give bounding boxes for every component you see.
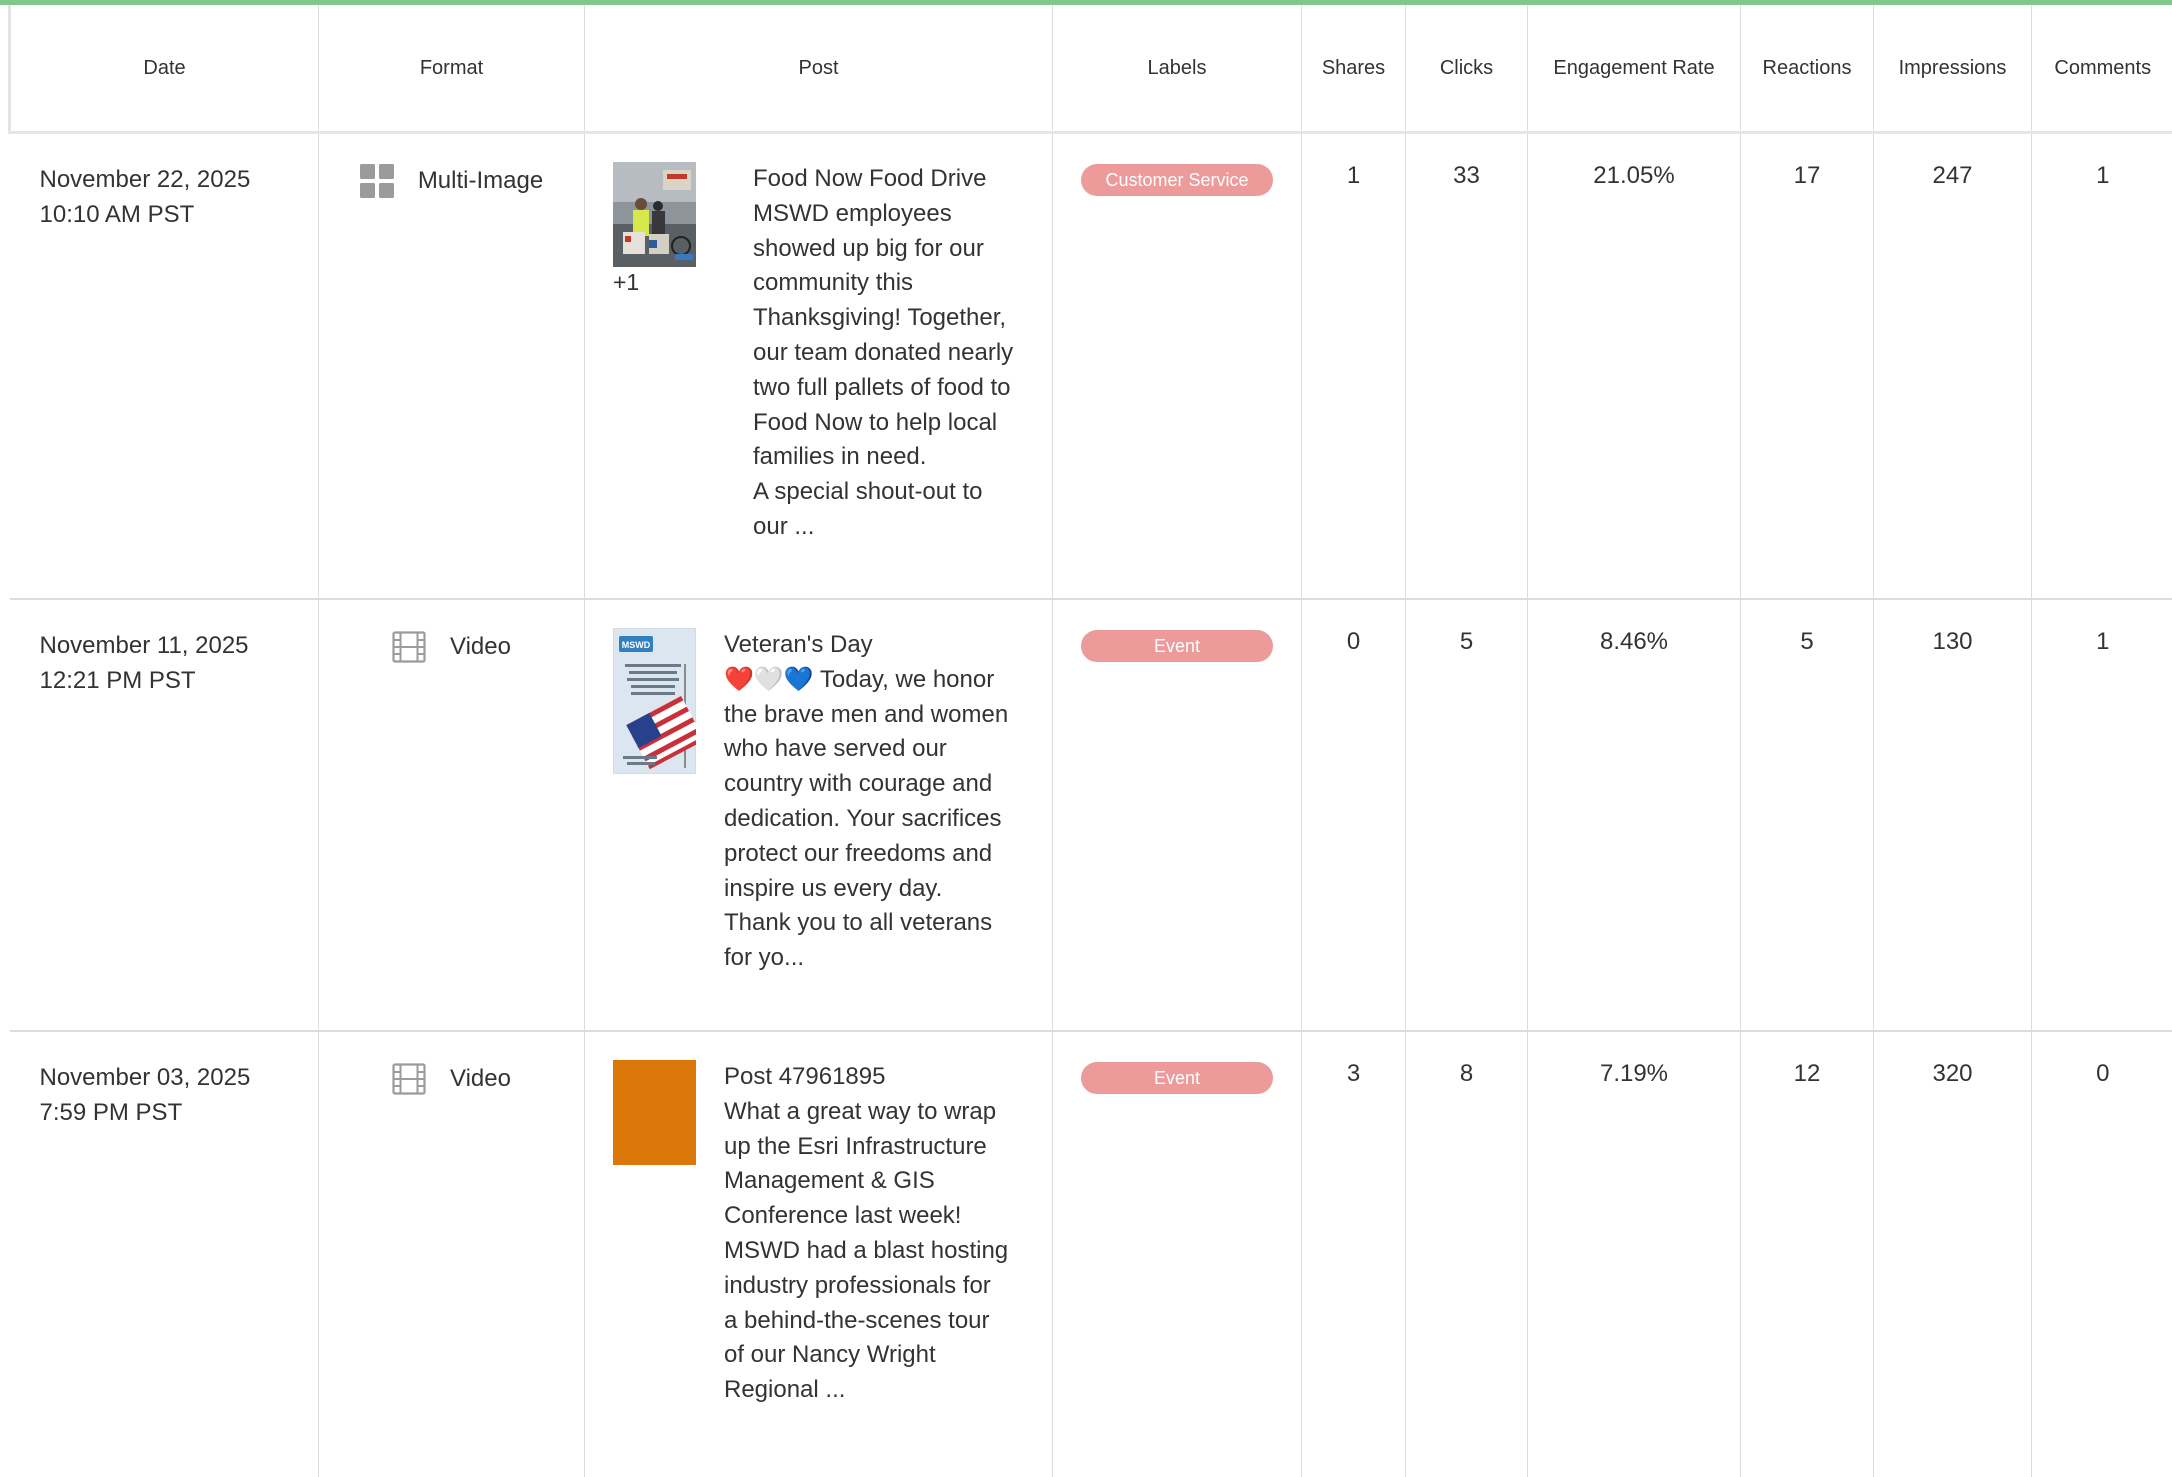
shares-value: 1 (1302, 133, 1406, 600)
reactions-value: 12 (1741, 1031, 1874, 1477)
post-time: 12:21 PM PST (40, 663, 319, 698)
film-icon (392, 630, 426, 664)
col-header-shares[interactable]: Shares (1302, 5, 1406, 133)
labels-cell: Customer Service (1053, 133, 1302, 600)
comments-value: 0 (2032, 1031, 2172, 1477)
post-date: November 03, 2025 (40, 1060, 319, 1095)
date-cell: November 11, 2025 12:21 PM PST (10, 599, 319, 1031)
col-header-reactions[interactable]: Reactions (1741, 5, 1874, 133)
clicks-value: 33 (1406, 133, 1528, 600)
col-header-post[interactable]: Post (585, 5, 1053, 133)
table-row[interactable]: November 03, 2025 7:59 PM PST (10, 1031, 2172, 1477)
comments-value: 1 (2032, 599, 2172, 1031)
post-time: 10:10 AM PST (40, 197, 319, 232)
col-header-labels[interactable]: Labels (1053, 5, 1302, 133)
format-label: Multi-Image (418, 167, 543, 195)
label-badge[interactable]: Event (1081, 1062, 1273, 1094)
format-label: Video (450, 1065, 511, 1093)
grid-icon (360, 164, 394, 198)
posts-table: Date Format Post Labels Shares Clicks En… (8, 5, 2172, 1477)
header-row: Date Format Post Labels Shares Clicks En… (10, 5, 2172, 133)
table-row[interactable]: November 11, 2025 12:21 PM PST (10, 599, 2172, 1031)
post-text[interactable]: Food Now Food Drive MSWD employees showe… (753, 162, 1013, 545)
col-header-format[interactable]: Format (319, 5, 585, 133)
thumbnail-badge-text: MSWD (622, 640, 651, 650)
shares-value: 3 (1302, 1031, 1406, 1477)
post-date: November 22, 2025 (40, 162, 319, 197)
impressions-value: 130 (1874, 599, 2032, 1031)
film-icon (392, 1062, 426, 1096)
col-header-clicks[interactable]: Clicks (1406, 5, 1528, 133)
post-text[interactable]: Post 47961895 What a great way to wrap u… (724, 1060, 1008, 1408)
shares-value: 0 (1302, 599, 1406, 1031)
labels-cell: Event (1053, 599, 1302, 1031)
label-badge[interactable]: Event (1081, 630, 1273, 662)
impressions-value: 320 (1874, 1031, 2032, 1477)
format-cell: Multi-Image (319, 133, 585, 600)
engagement-rate-value: 7.19% (1528, 1031, 1741, 1477)
post-cell: +1 Food Now Food Drive MSWD employees sh… (585, 133, 1053, 600)
engagement-rate-value: 8.46% (1528, 599, 1741, 1031)
col-header-engagement-rate[interactable]: Engagement Rate (1528, 5, 1741, 133)
labels-cell: Event (1053, 1031, 1302, 1477)
post-date: November 11, 2025 (40, 628, 319, 663)
col-header-impressions[interactable]: Impressions (1874, 5, 2032, 133)
more-images-count[interactable]: +1 (613, 269, 753, 296)
label-badge[interactable]: Customer Service (1081, 164, 1273, 196)
post-thumbnail[interactable]: MSWD (613, 628, 696, 774)
post-thumbnail[interactable] (613, 1060, 696, 1165)
post-cell: MSWD (585, 599, 1053, 1031)
col-header-date[interactable]: Date (10, 5, 319, 133)
format-cell: Video (319, 1031, 585, 1477)
table-row[interactable]: November 22, 2025 10:10 AM PST Multi-Ima (10, 133, 2172, 600)
post-time: 7:59 PM PST (40, 1095, 319, 1130)
clicks-value: 5 (1406, 599, 1528, 1031)
reactions-value: 5 (1741, 599, 1874, 1031)
format-cell: Video (319, 599, 585, 1031)
comments-value: 1 (2032, 133, 2172, 600)
reactions-value: 17 (1741, 133, 1874, 600)
impressions-value: 247 (1874, 133, 2032, 600)
engagement-rate-value: 21.05% (1528, 133, 1741, 600)
post-text[interactable]: Veteran's Day ❤️🤍💙 Today, we honor the b… (724, 628, 1008, 976)
clicks-value: 8 (1406, 1031, 1528, 1477)
date-cell: November 22, 2025 10:10 AM PST (10, 133, 319, 600)
post-thumbnail[interactable] (613, 162, 696, 267)
col-header-comments[interactable]: Comments (2032, 5, 2172, 133)
date-cell: November 03, 2025 7:59 PM PST (10, 1031, 319, 1477)
format-label: Video (450, 633, 511, 661)
post-cell: Post 47961895 What a great way to wrap u… (585, 1031, 1053, 1477)
